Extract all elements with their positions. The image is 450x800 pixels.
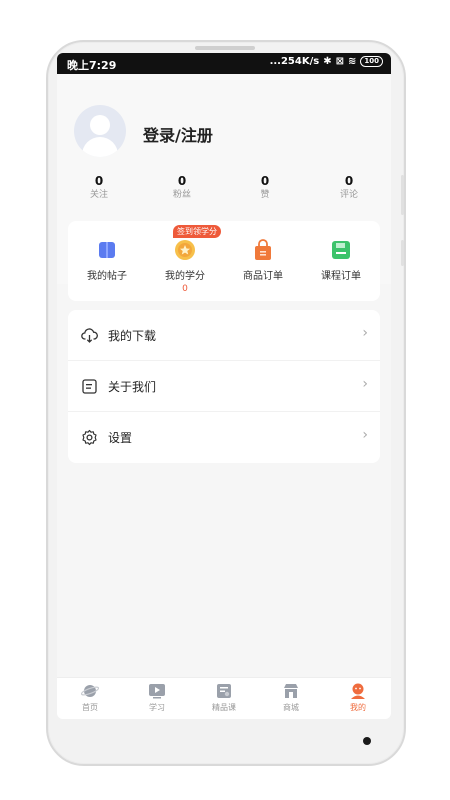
menu-card: 我的下载 › 关于我们 › 设置 › xyxy=(68,310,380,463)
stat-label: 粉丝 xyxy=(172,190,191,200)
sim-icon: ⊠ xyxy=(335,56,344,67)
tab-label: 精品课 xyxy=(212,703,236,712)
bottom-tab-bar: 首页 学习 精品课 商城 我的 xyxy=(57,677,391,719)
tab-label: 学习 xyxy=(149,703,165,712)
tab-mine[interactable]: 我的 xyxy=(333,683,383,713)
stat-count: 0 xyxy=(260,174,270,188)
camera-dot xyxy=(363,737,371,745)
book-icon xyxy=(96,239,118,261)
quick-action-label: 商品订单 xyxy=(243,271,283,282)
chevron-right-icon: › xyxy=(362,376,368,392)
battery-icon: 100 xyxy=(360,56,383,67)
stat-likes[interactable]: 0 赞 xyxy=(235,174,295,202)
avatar-head-shape xyxy=(90,115,110,135)
status-time: 晚上7:29 xyxy=(67,59,117,72)
video-play-icon xyxy=(148,683,166,699)
stat-count: 0 xyxy=(94,174,104,188)
status-bar: 晚上7:29 ...254K/s ✱ ⊠ ≋ 100 xyxy=(57,53,391,74)
avatar[interactable] xyxy=(74,105,126,157)
quick-actions-card: 我的帖子 我的学分 0 商品订单 课程订单 xyxy=(68,221,380,301)
tab-label: 首页 xyxy=(82,703,98,712)
info-doc-icon xyxy=(81,378,98,395)
tab-study[interactable]: 学习 xyxy=(132,683,182,713)
medal-icon xyxy=(174,239,196,261)
menu-item-about[interactable]: 关于我们 › xyxy=(68,361,380,412)
quick-action-label: 我的帖子 xyxy=(87,271,127,282)
credits-value: 0 xyxy=(182,284,188,294)
volume-button xyxy=(401,175,404,215)
stats-row: 0 关注 0 粉丝 0 赞 0 评论 xyxy=(57,174,391,208)
status-right: ...254K/s ✱ ⊠ ≋ 100 xyxy=(270,56,383,67)
stat-label: 赞 xyxy=(260,190,270,200)
shopping-bag-icon xyxy=(252,239,274,261)
my-posts-button[interactable]: 我的帖子 xyxy=(72,239,142,282)
tab-label: 商城 xyxy=(283,703,299,712)
chevron-right-icon: › xyxy=(362,325,368,341)
network-speed: ...254K/s xyxy=(269,56,320,67)
tab-home[interactable]: 首页 xyxy=(65,683,115,713)
stat-label: 评论 xyxy=(339,190,358,200)
menu-item-label: 我的下载 xyxy=(108,329,157,343)
avatar-body-shape xyxy=(82,137,118,157)
login-register-link[interactable]: 登录/注册 xyxy=(143,122,213,146)
chevron-right-icon: › xyxy=(362,427,368,443)
power-button xyxy=(401,240,404,266)
screen: 晚上7:29 ...254K/s ✱ ⊠ ≋ 100 登录/注册 0 关注 0 … xyxy=(57,53,391,719)
course-orders-button[interactable]: 课程订单 xyxy=(306,239,376,282)
earpiece xyxy=(195,46,255,50)
bluetooth-icon: ✱ xyxy=(323,56,332,67)
planet-icon xyxy=(80,683,100,699)
menu-item-label: 关于我们 xyxy=(108,380,157,394)
quick-action-label: 我的学分 xyxy=(165,271,205,282)
stat-label: 关注 xyxy=(89,190,108,200)
stat-count: 0 xyxy=(344,174,354,188)
menu-item-downloads[interactable]: 我的下载 › xyxy=(68,310,380,361)
course-icon xyxy=(215,683,233,699)
menu-item-label: 设置 xyxy=(108,431,133,445)
save-icon xyxy=(330,239,352,261)
stat-count: 0 xyxy=(177,174,187,188)
stat-followers[interactable]: 0 粉丝 xyxy=(152,174,212,202)
product-orders-button[interactable]: 商品订单 xyxy=(228,239,298,282)
stat-following[interactable]: 0 关注 xyxy=(69,174,129,202)
tab-label: 我的 xyxy=(350,703,366,712)
cloud-download-icon xyxy=(81,327,98,344)
my-credits-button[interactable]: 我的学分 0 xyxy=(150,239,220,294)
profile-icon xyxy=(349,683,367,699)
quick-action-label: 课程订单 xyxy=(321,271,361,282)
menu-item-settings[interactable]: 设置 › xyxy=(68,412,380,463)
checkin-badge[interactable]: 签到领学分 xyxy=(173,225,221,238)
tab-store[interactable]: 商城 xyxy=(266,683,316,713)
gear-icon xyxy=(81,429,98,446)
wifi-icon: ≋ xyxy=(347,56,357,67)
tab-premium-courses[interactable]: 精品课 xyxy=(199,683,249,713)
stat-comments[interactable]: 0 评论 xyxy=(319,174,379,202)
store-icon xyxy=(282,683,300,699)
